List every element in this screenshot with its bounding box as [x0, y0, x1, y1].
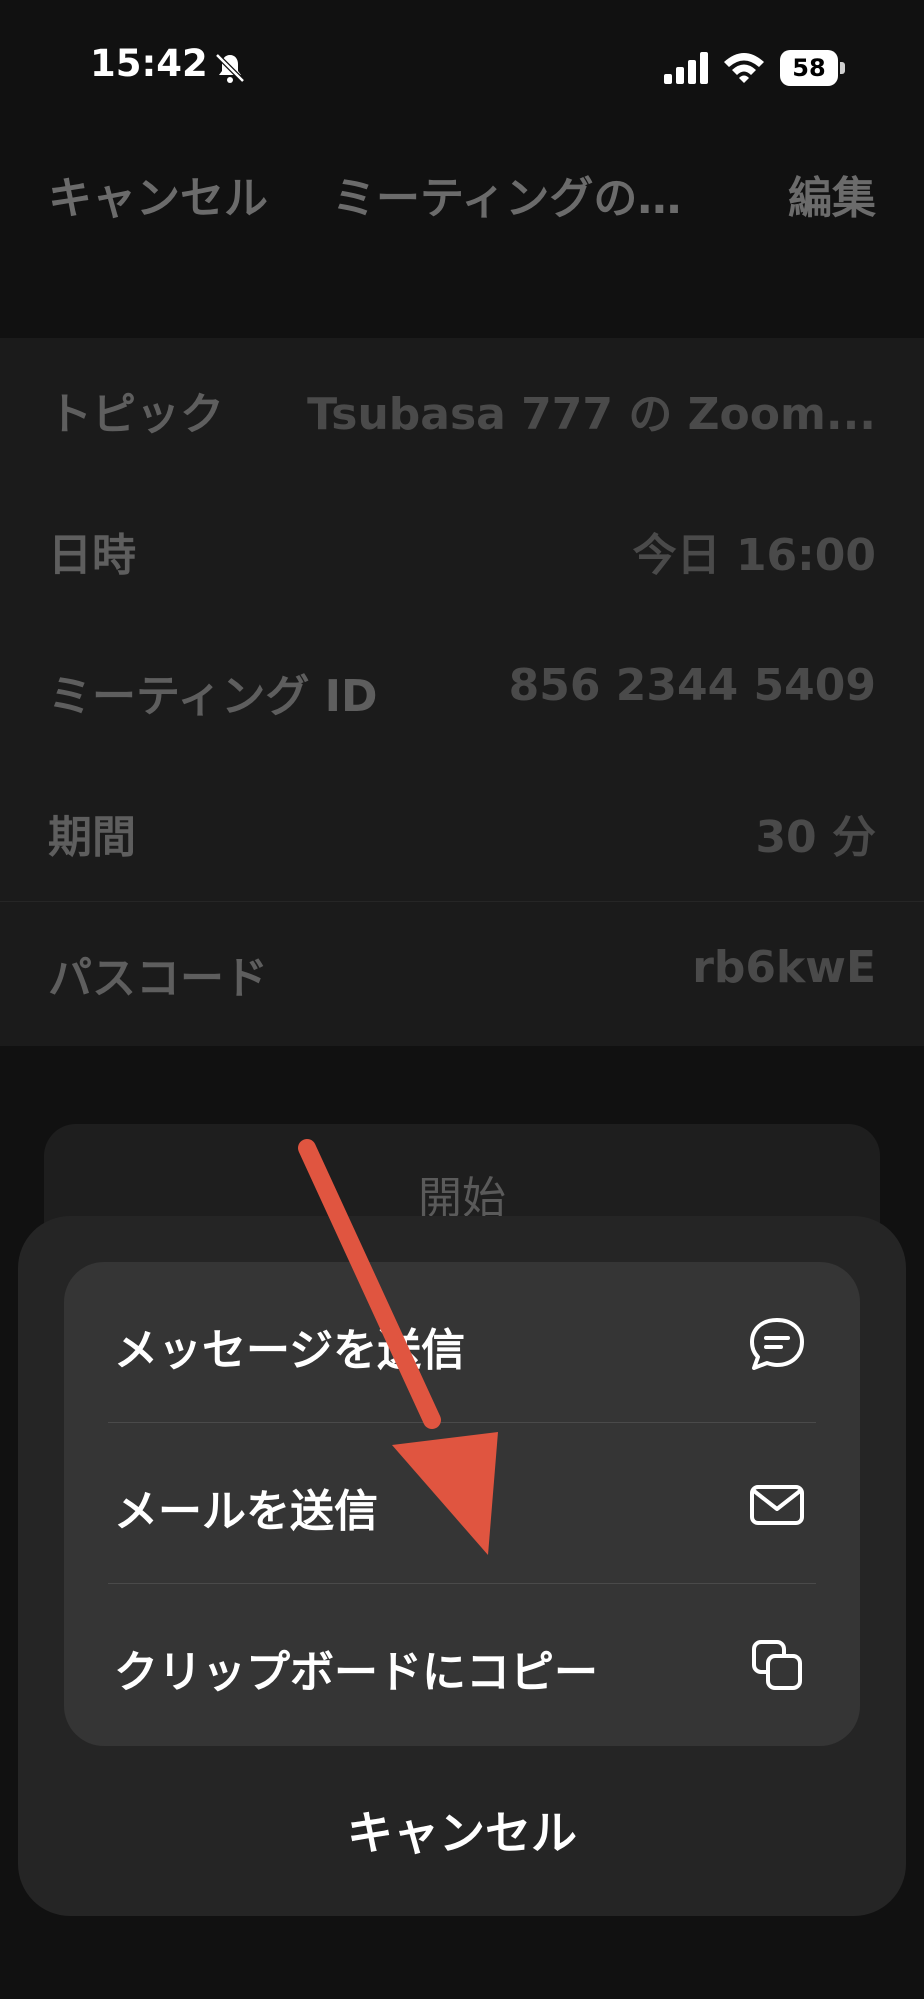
page-title: ミーティングの… [332, 173, 682, 224]
detail-row-passcode: パスコード rb6kwE [0, 902, 924, 1043]
option-label: メッセージを送信 [114, 1325, 466, 1376]
detail-label: ミーティング ID [48, 671, 378, 722]
detail-value: rb6kwE [692, 942, 876, 993]
detail-value: 856 2344 5409 [508, 660, 876, 711]
status-time: 15:42 [90, 42, 208, 85]
message-bubble-icon [750, 1318, 804, 1370]
share-options: メッセージを送信 メールを送信 クリップボードにコピー [64, 1262, 860, 1746]
option-label: メールを送信 [114, 1486, 378, 1537]
signal-icon [664, 52, 708, 84]
bell-off-icon [215, 53, 245, 83]
detail-label: 期間 [48, 812, 136, 863]
detail-row-duration: 期間 30 分 [0, 761, 924, 902]
copy-to-clipboard-option[interactable]: クリップボードにコピー [64, 1584, 860, 1745]
status-bar: 15:42 58 [0, 0, 924, 140]
detail-row-topic: トピック Tsubasa 777 の Zoom... [0, 338, 924, 479]
detail-row-meeting-id: ミーティング ID 856 2344 5409 [0, 620, 924, 761]
detail-value: Tsubasa 777 の Zoom... [307, 389, 876, 440]
meeting-details: トピック Tsubasa 777 の Zoom... 日時 今日 16:00 ミ… [0, 338, 924, 1046]
send-email-option[interactable]: メールを送信 [64, 1423, 860, 1584]
sheet-cancel-button[interactable]: キャンセル [18, 1788, 906, 1878]
detail-label: パスコード [48, 953, 268, 1004]
nav-bar: キャンセル ミーティングの… 編集 [0, 150, 924, 240]
option-label: クリップボードにコピー [114, 1647, 598, 1698]
battery-icon: 58 [780, 50, 846, 86]
send-message-option[interactable]: メッセージを送信 [64, 1262, 860, 1423]
copy-icon [752, 1640, 802, 1690]
wifi-icon [724, 53, 764, 83]
detail-label: 日時 [48, 530, 136, 581]
detail-label: トピック [48, 389, 224, 440]
envelope-icon [750, 1485, 804, 1525]
edit-button[interactable]: 編集 [788, 162, 876, 226]
battery-level: 58 [792, 54, 826, 82]
detail-value: 30 分 [755, 812, 876, 863]
detail-row-datetime: 日時 今日 16:00 [0, 479, 924, 620]
nav-cancel-button[interactable]: キャンセル [48, 162, 268, 226]
detail-value: 今日 16:00 [632, 530, 876, 581]
